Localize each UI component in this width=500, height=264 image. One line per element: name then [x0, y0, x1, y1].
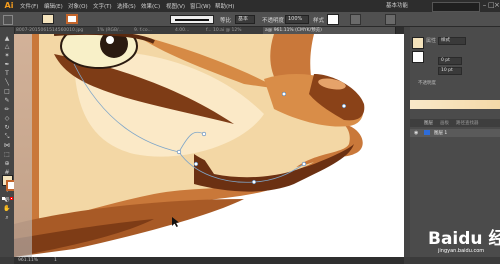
- tab-document-active[interactable]: a@ 961.11% (CMYK/预览): [263, 27, 396, 34]
- width-tool-icon[interactable]: ⋈: [3, 142, 11, 149]
- color-mode-icon[interactable]: [2, 197, 5, 200]
- workspace-switcher[interactable]: 基本功能: [386, 1, 408, 9]
- path-icon: [3, 15, 13, 25]
- pencil-tool-icon[interactable]: ✏: [3, 106, 11, 113]
- layer-color-icon: [424, 130, 430, 135]
- eraser-tool-icon[interactable]: ◇: [3, 115, 11, 122]
- otter-illustration: [14, 34, 365, 257]
- style-swatch[interactable]: [327, 14, 339, 25]
- panel-stroke-swatch[interactable]: [412, 51, 424, 63]
- tools-panel: ▲ △ ✶ ✒ T ╲ □ ✎ ✏ ◇ ↻ ⤡ ⋈ ⬚ ⊕ # ▤ ⌇ ◐ ✋ …: [0, 27, 17, 257]
- selection-tool-icon[interactable]: ▲: [3, 35, 11, 42]
- hand-tool-icon[interactable]: ✋: [3, 205, 11, 212]
- zoom-readout[interactable]: 961.11%: [18, 257, 38, 264]
- panel-opacity-label: 不透明度: [418, 81, 436, 86]
- panel-stroke-weight[interactable]: 0 pt: [438, 57, 462, 65]
- panel-fill-swatch[interactable]: [412, 37, 424, 49]
- type-tool-icon[interactable]: T: [3, 70, 11, 77]
- status-bar: 961.11% 1: [14, 257, 404, 264]
- opacity-label: 不透明度: [262, 18, 285, 24]
- tab-document-1[interactable]: 8007-2015061514560010.jpg: [14, 27, 97, 34]
- scale-tool-icon[interactable]: ⤡: [3, 133, 11, 140]
- tab-layers[interactable]: 图层: [424, 120, 433, 126]
- maximize-icon[interactable]: □: [488, 1, 495, 9]
- stroke-swatch[interactable]: [66, 14, 78, 24]
- tab-document-3[interactable]: 9. f.co...: [132, 27, 175, 34]
- close-icon[interactable]: ×: [494, 1, 500, 9]
- pen-tool-icon[interactable]: ✒: [3, 61, 11, 68]
- watermark-url: jingyan.baidu.com: [438, 248, 485, 254]
- menu-edit[interactable]: 编辑(E): [44, 2, 63, 10]
- menu-window[interactable]: 窗口(W): [190, 2, 211, 10]
- menu-effect[interactable]: 效果(C): [141, 2, 160, 10]
- align-icon[interactable]: [385, 14, 396, 25]
- rotate-tool-icon[interactable]: ↻: [3, 124, 11, 131]
- canvas-pasteboard: [14, 34, 32, 257]
- baidu-watermark: Baidu 经验 jingyan.baidu.com: [408, 222, 500, 264]
- page-number[interactable]: 1: [54, 257, 57, 264]
- menu-help[interactable]: 帮助(H): [215, 2, 234, 10]
- app-logo: Ai: [2, 1, 16, 11]
- fill-swatch[interactable]: [42, 14, 54, 24]
- menu-type[interactable]: 文字(T): [93, 2, 112, 10]
- tab-document-5[interactable]: f... 10.ai @ 12%: [204, 27, 265, 34]
- rectangle-tool-icon[interactable]: □: [3, 88, 11, 95]
- zoom-tool-icon[interactable]: ⌕: [3, 214, 11, 221]
- menu-select[interactable]: 选择(S): [117, 2, 136, 10]
- layer-name[interactable]: 图层 1: [434, 130, 447, 136]
- menu-bar: Ai 文件(F) 编辑(E) 对象(O) 文字(T) 选择(S) 效果(C) 视…: [0, 0, 500, 12]
- none-mode-icon[interactable]: [10, 197, 13, 200]
- brush-field[interactable]: 基本: [235, 15, 255, 24]
- tab-document-2[interactable]: 1% (RGB/...: [95, 27, 134, 34]
- opacity-field[interactable]: 100%: [285, 15, 309, 24]
- tab-document-4[interactable]: 4.00...: [173, 27, 206, 34]
- panel-tab-properties[interactable]: 属性: [426, 37, 436, 44]
- panel-stroke-width[interactable]: 10 pt: [438, 67, 462, 75]
- free-transform-tool-icon[interactable]: ⬚: [3, 151, 11, 158]
- magic-wand-tool-icon[interactable]: ✶: [3, 52, 11, 59]
- search-input[interactable]: [432, 2, 480, 12]
- visibility-icon[interactable]: ◉: [414, 130, 418, 136]
- stroke-profile[interactable]: [170, 15, 214, 24]
- line-tool-icon[interactable]: ╲: [3, 79, 11, 86]
- artboard-canvas[interactable]: [14, 34, 404, 257]
- uniform-label: 等比: [220, 18, 232, 24]
- menu-file[interactable]: 文件(F): [20, 2, 38, 10]
- tab-pathfinder[interactable]: 路径查找器: [456, 120, 479, 126]
- shape-builder-tool-icon[interactable]: ⊕: [3, 160, 11, 167]
- style-label: 样式: [313, 18, 325, 24]
- menu-view[interactable]: 视图(V): [166, 2, 185, 10]
- watermark-text: Baidu 经验: [428, 229, 500, 249]
- recolor-icon[interactable]: [350, 14, 361, 25]
- gradient-mode-icon[interactable]: [6, 197, 9, 200]
- brush-tool-icon[interactable]: ✎: [3, 97, 11, 104]
- panel-style-field[interactable]: 样式: [438, 37, 466, 45]
- layer-row[interactable]: ◉ 图层 1: [410, 129, 500, 137]
- color-ramp[interactable]: [410, 100, 500, 109]
- minimize-icon[interactable]: –: [482, 1, 487, 9]
- menu-object[interactable]: 对象(O): [68, 2, 88, 10]
- tab-artboards[interactable]: 画板: [440, 120, 449, 126]
- direct-selection-tool-icon[interactable]: △: [3, 43, 11, 50]
